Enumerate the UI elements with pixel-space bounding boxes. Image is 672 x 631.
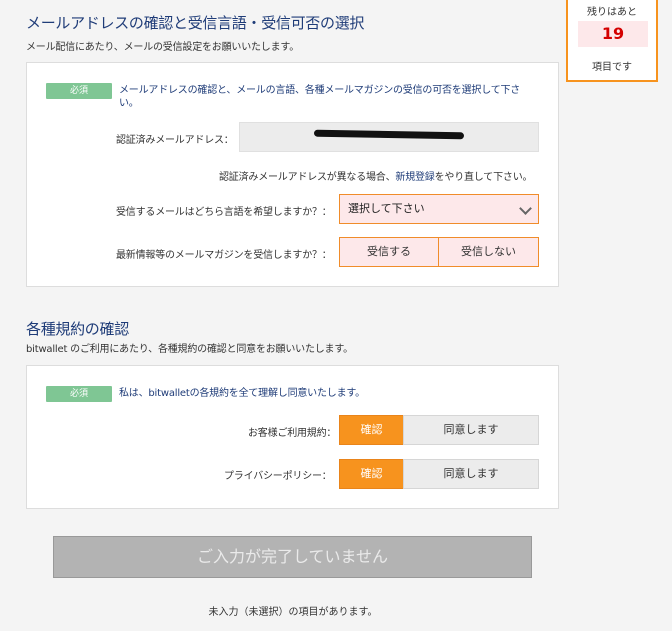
- section-subtitle-email: メール配信にあたり、メールの受信設定をお願いいたします。: [26, 42, 299, 53]
- remaining-label: 残りはあと: [587, 7, 637, 18]
- privacy-policy-label: プライバシーポリシー：: [224, 471, 332, 482]
- terms-of-use-label: お客様ご利用規約：: [248, 428, 337, 439]
- magazine-label: 最新情報等のメールマガジンを受信しますか？：: [116, 250, 332, 261]
- magazine-yes-option[interactable]: 受信する: [339, 237, 439, 267]
- chevron-down-icon: [519, 202, 532, 215]
- email-label: 認証済みメールアドレス：: [116, 135, 234, 146]
- incomplete-message: 未入力（未選択）の項目があります。: [208, 607, 378, 618]
- language-select[interactable]: 選択して下さい: [339, 194, 539, 224]
- section-subtitle-terms: bitwallet のご利用にあたり、各種規約の確認と同意をお願いいたします。: [26, 344, 353, 355]
- terms-confirm-button[interactable]: 確認: [339, 415, 404, 445]
- different-email-note: 認証済みメールアドレスが異なる場合、新規登録をやり直して下さい。: [219, 168, 533, 183]
- language-select-value: 選択して下さい: [348, 202, 425, 215]
- privacy-agree-button[interactable]: 同意します: [403, 459, 539, 489]
- remaining-items-box: 残りはあと 19 項目です: [566, 0, 658, 82]
- remaining-count: 19: [578, 21, 648, 47]
- new-registration-link[interactable]: 新規登録: [395, 172, 434, 183]
- redacted-email: [313, 129, 465, 140]
- terms-section-note: 私は、bitwalletの各規約を全て理解し同意いたします。: [119, 388, 365, 399]
- privacy-confirm-button[interactable]: 確認: [339, 459, 404, 489]
- section-title-terms: 各種規約の確認: [26, 320, 129, 338]
- section-title-email: メールアドレスの確認と受信言語・受信可否の選択: [26, 14, 365, 32]
- email-value-field: [239, 122, 539, 152]
- terms-agree-button[interactable]: 同意します: [403, 415, 539, 445]
- required-badge: 必須: [46, 83, 112, 99]
- language-label: 受信するメールはどちら言語を希望しますか？：: [116, 207, 332, 218]
- remaining-suffix: 項目です: [592, 62, 632, 73]
- email-section-note: メールアドレスの確認と、メールの言語、各種メールマガジンの受信の可否を選択して下…: [119, 85, 521, 109]
- magazine-no-option[interactable]: 受信しない: [438, 237, 539, 267]
- different-email-note-suffix: をやり直して下さい。: [434, 172, 533, 183]
- required-badge: 必須: [46, 386, 112, 402]
- different-email-note-prefix: 認証済みメールアドレスが異なる場合、: [219, 172, 396, 183]
- submit-button[interactable]: ご入力が完了していません: [53, 536, 532, 578]
